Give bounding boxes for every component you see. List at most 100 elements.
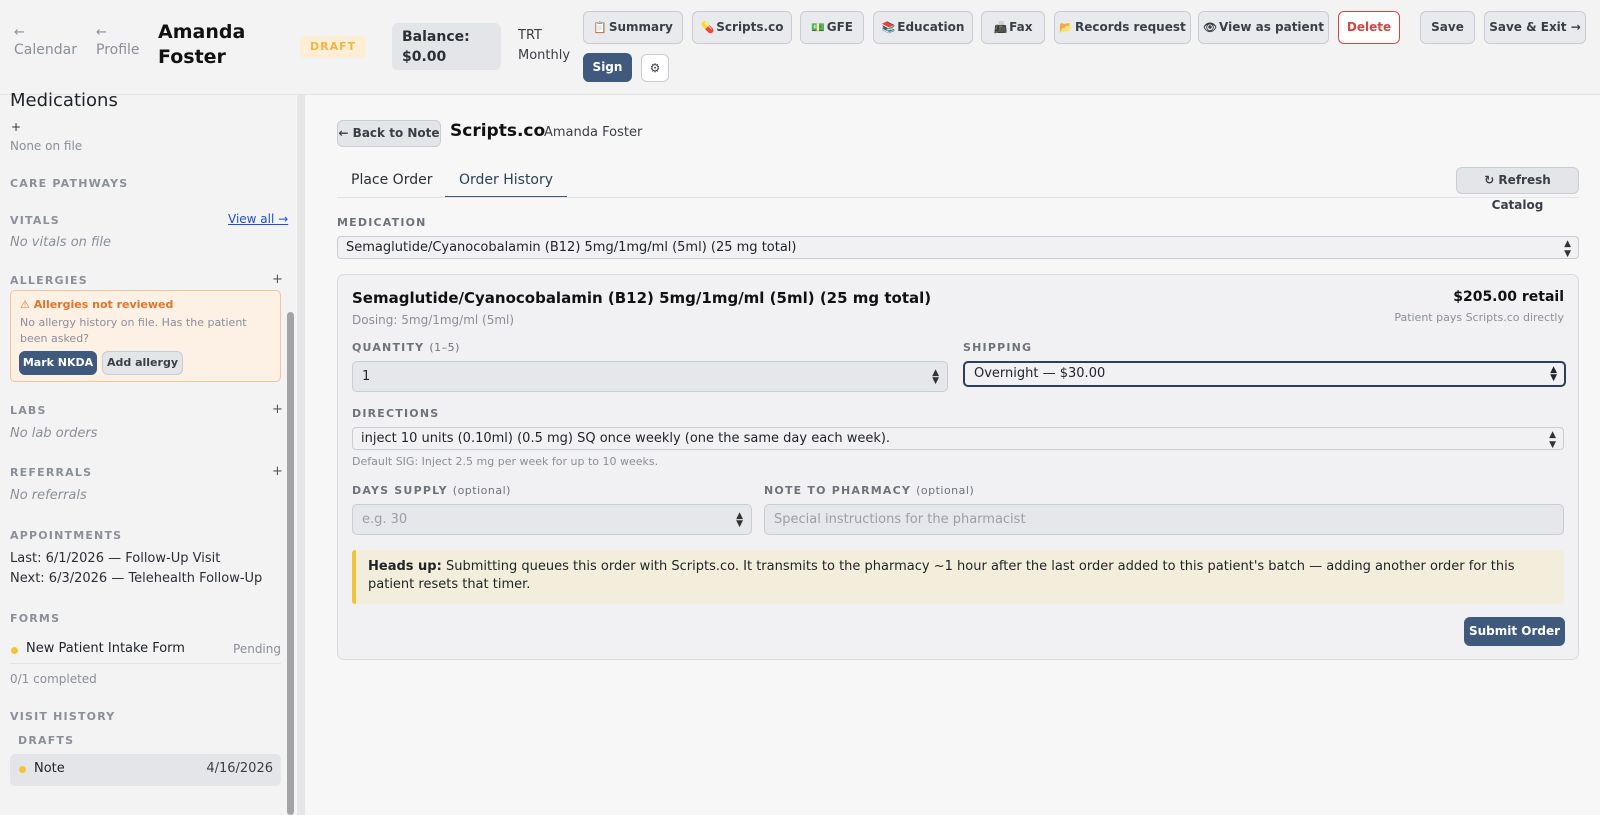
status-badge: DRAFT [300, 36, 367, 58]
view-as-patient-button[interactable]: 👁 View as patient [1198, 11, 1329, 44]
balance-value: $0.00 [402, 49, 447, 65]
stepper-chevron-icon: ▲ ▼ [932, 368, 939, 386]
select-chevron-icon: ▲ ▼ [1564, 239, 1571, 259]
save-button[interactable]: Save [1420, 11, 1475, 44]
top-header: ← Calendar ← Profile Amanda Foster DRAFT… [0, 0, 1600, 95]
sign-button[interactable]: Sign [583, 53, 632, 82]
forms-completed: 0/1 completed [10, 672, 97, 686]
program-info: TRT Monthly [518, 28, 571, 63]
shipping-label: SHIPPING [963, 341, 1033, 354]
books-icon: 📚 [881, 21, 896, 34]
form-name: New Patient Intake Form [26, 641, 185, 656]
add-referral-icon[interactable]: + [272, 464, 283, 479]
draft-note-item[interactable]: Note 4/16/2026 [10, 754, 281, 786]
add-lab-icon[interactable]: + [272, 402, 283, 417]
labs-empty: No lab orders [10, 426, 98, 441]
heads-up-notice: Heads up: Submitting queues this order w… [352, 550, 1564, 604]
back-arrow-icon: ← [96, 25, 107, 40]
medication-label: MEDICATION [337, 216, 427, 229]
calendar-nav-link[interactable]: ← Calendar [14, 26, 77, 60]
note-to-pharmacy-input[interactable]: Special instructions for the pharmacist [764, 504, 1564, 535]
eye-icon: 👁 [1203, 21, 1217, 34]
delete-button[interactable]: Delete [1338, 11, 1400, 44]
medication-select[interactable]: Semaglutide/Cyanocobalamin (B12) 5mg/1mg… [337, 236, 1579, 259]
gfe-button[interactable]: 💵 GFE [800, 11, 864, 44]
sidebar-scrollbar-track[interactable] [297, 95, 305, 815]
visit-history-heading: VISIT HISTORY [10, 710, 116, 723]
allergy-warning-title: ⚠ Allergies not reviewed [20, 298, 174, 311]
tab-order-history[interactable]: Order History [445, 170, 568, 198]
directions-select[interactable]: inject 10 units (0.10ml) (0.5 mg) SQ onc… [352, 427, 1564, 450]
balance-label: Balance: [402, 29, 470, 45]
draft-dot-icon [19, 766, 26, 773]
pill-icon: 💊 [700, 21, 715, 34]
tabs-divider [337, 197, 1579, 198]
quantity-label: QUANTITY (1–5) [352, 341, 460, 354]
add-medication-button[interactable]: + [11, 120, 21, 134]
note-to-pharmacy-label: NOTE TO PHARMACY (optional) [764, 484, 975, 497]
last-appointment[interactable]: Last: 6/1/2026 — Follow-Up Visit [10, 551, 220, 566]
notice-text: Submitting queues this order with Script… [368, 559, 1515, 592]
sidebar-scrollbar-thumb[interactable] [287, 312, 294, 815]
drafts-heading: DRAFTS [18, 734, 75, 747]
pending-dot-icon [11, 647, 18, 654]
submit-order-button[interactable]: Submit Order [1464, 617, 1565, 646]
shipping-select[interactable]: Overnight — $30.00 ▲ ▼ [963, 361, 1566, 387]
vitals-empty: No vitals on file [10, 235, 112, 250]
medication-title: Semaglutide/Cyanocobalamin (B12) 5mg/1mg… [352, 289, 932, 307]
price-note: Patient pays Scripts.co directly [1394, 311, 1564, 324]
form-status: Pending [233, 642, 281, 656]
medications-empty: None on file [10, 139, 83, 153]
save-exit-button[interactable]: Save & Exit → [1484, 11, 1586, 44]
draft-date: 4/16/2026 [206, 761, 273, 776]
page-title: Scripts.co [450, 121, 546, 141]
draft-label: Note [34, 761, 65, 776]
referrals-heading: REFERRALS [10, 466, 93, 479]
appointments-heading: APPOINTMENTS [10, 529, 123, 542]
notice-strong: Heads up: [368, 559, 442, 574]
records-request-button[interactable]: 📂 Records request [1054, 11, 1191, 44]
days-supply-label: DAYS SUPPLY (optional) [352, 484, 511, 497]
profile-nav-link[interactable]: ← Profile [96, 26, 140, 60]
forms-heading: FORMS [10, 612, 61, 625]
select-chevron-icon: ▲ ▼ [1550, 365, 1557, 383]
labs-heading: LABS [10, 404, 47, 417]
retail-price: $205.00 retail [1453, 289, 1564, 305]
clipboard-icon: 📋 [593, 21, 607, 34]
tab-place-order[interactable]: Place Order [351, 170, 432, 198]
education-button[interactable]: 📚 Education [873, 11, 973, 44]
add-allergy-button[interactable]: Add allergy [102, 351, 183, 375]
balance-box: Balance: $0.00 [392, 23, 501, 70]
default-sig: Default SIG: Inject 2.5 mg per week for … [352, 455, 659, 468]
back-arrow-icon: ← [14, 25, 25, 40]
gear-icon: ⚙ [649, 61, 661, 75]
medications-title: Medications [10, 90, 118, 111]
quantity-stepper[interactable]: 1 ▲ ▼ [352, 361, 948, 392]
directions-label: DIRECTIONS [352, 407, 440, 420]
page-subtitle: Amanda Foster [544, 125, 643, 140]
fax-icon: 📠 [993, 21, 1008, 34]
refresh-catalog-button[interactable]: ↻ Refresh Catalog [1456, 167, 1579, 212]
calendar-label: Calendar [14, 42, 77, 58]
scripts-button[interactable]: 💊 Scripts.co [692, 11, 792, 44]
mark-nkda-button[interactable]: Mark NKDA [19, 351, 97, 375]
view-all-vitals-link[interactable]: View all → [228, 212, 288, 226]
fax-button[interactable]: 📠 Fax [981, 11, 1045, 44]
stepper-chevron-icon: ▲ ▼ [736, 511, 743, 529]
vitals-heading: VITALS [10, 214, 60, 227]
next-appointment[interactable]: Next: 6/3/2026 — Telehealth Follow-Up [10, 571, 262, 586]
form-item[interactable]: New Patient Intake Form Pending [10, 638, 281, 664]
select-chevron-icon: ▲ ▼ [1549, 430, 1556, 450]
add-allergy-icon[interactable]: + [272, 272, 283, 287]
patient-sidebar [0, 95, 296, 815]
allergy-warning-text: No allergy history on file. Has the pati… [20, 316, 247, 345]
money-icon: 💵 [811, 21, 825, 34]
referrals-empty: No referrals [10, 488, 87, 503]
summary-button[interactable]: 📋 Summary [583, 11, 683, 44]
patient-name: Amanda Foster [158, 21, 246, 68]
allergies-heading: ALLERGIES [10, 274, 88, 287]
dosing-info: Dosing: 5mg/1mg/ml (5ml) [352, 313, 515, 327]
days-supply-input[interactable]: e.g. 30 ▲ ▼ [352, 504, 752, 535]
back-to-note-button[interactable]: ← Back to Note [337, 120, 441, 147]
settings-button[interactable]: ⚙ [641, 54, 669, 82]
